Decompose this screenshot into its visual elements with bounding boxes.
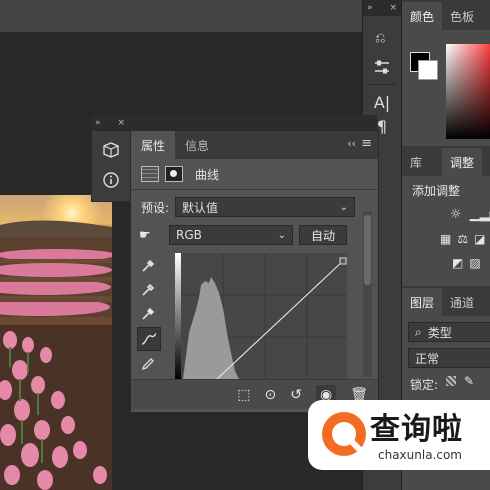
layer-filter-select[interactable]: ⌕ 类型 (408, 322, 490, 342)
search-icon: ⌕ (415, 324, 422, 339)
layers-tab-row: 图层 通道 (402, 286, 490, 316)
black-white-icon[interactable]: ◪ (474, 232, 485, 246)
options-bar (0, 0, 362, 32)
info-icon[interactable] (100, 169, 122, 191)
target-adjust-icon[interactable]: ☛ (139, 228, 161, 243)
gray-point-eyedropper-icon[interactable] (137, 279, 159, 301)
lock-label: 锁定: (410, 378, 439, 392)
adjust-icons-row2: ▦ ⚖ ◪ ▥ (402, 222, 490, 246)
hue-saturation-icon[interactable]: ▦ (440, 232, 451, 246)
background-color-swatch[interactable] (418, 60, 438, 80)
tab-libraries[interactable]: 库 (402, 148, 430, 176)
chevron-down-icon: ⌄ (277, 229, 286, 241)
levels-icon[interactable]: ▁▂▅ (470, 207, 490, 222)
tab-layers[interactable]: 图层 (402, 288, 443, 316)
color-balance-icon[interactable]: ⚖ (457, 232, 468, 246)
color-tab-row: 颜色 色板 (402, 0, 490, 30)
tulip-photo (0, 195, 112, 490)
channel-row: ☛ RGB ⌄ 自动 (131, 224, 378, 246)
svg-text:⎌: ⎌ (375, 31, 385, 46)
view-previous-state-icon[interactable]: ⊙ (265, 387, 277, 403)
curves-adjustment-icon (141, 166, 159, 182)
preset-row: 预设: 默认值 ⌄ (131, 196, 378, 218)
history-icon[interactable]: ⎌ (371, 26, 393, 48)
curve-tools (137, 255, 161, 399)
properties-side-strip (91, 130, 131, 202)
tab-color[interactable]: 颜色 (402, 2, 443, 30)
chevron-down-icon: ⌄ (339, 201, 349, 213)
blend-mode-select[interactable]: 正常 (408, 348, 490, 368)
tab-properties[interactable]: 属性 (131, 131, 176, 159)
edit-points-curve-icon[interactable] (137, 327, 161, 351)
preset-label: 预设: (141, 200, 170, 215)
adjust-icons-row1: ☼ ▁▂▅ (402, 205, 490, 222)
scrollbar-thumb[interactable] (364, 215, 371, 285)
close-icon[interactable]: × (389, 3, 397, 13)
tab-channels[interactable]: 通道 (442, 288, 482, 316)
watermark: 查询啦 chaxunla.com (308, 400, 490, 472)
preset-select[interactable]: 默认值 ⌄ (175, 197, 356, 217)
properties-cube-icon[interactable] (100, 139, 122, 161)
clip-to-layer-icon[interactable]: ⬚ (237, 387, 250, 403)
collapse-icon[interactable]: » (367, 3, 373, 13)
tab-info[interactable]: 信息 (175, 131, 219, 159)
adjust-tab-row: 库 调整 (402, 146, 490, 176)
layer-mask-icon[interactable] (165, 166, 183, 182)
auto-button[interactable]: 自动 (299, 225, 347, 245)
watermark-title: 查询啦 (370, 412, 463, 447)
channel-select[interactable]: RGB ⌄ (169, 225, 293, 245)
adjust-icons-row3: ◩ ▨ (402, 246, 490, 270)
panel-scrollbar[interactable] (363, 211, 372, 377)
threshold-icon[interactable]: ▨ (469, 256, 480, 270)
collapse-icon[interactable]: » (95, 118, 101, 128)
side-strip-header: » × (91, 115, 129, 130)
black-point-eyedropper-icon[interactable] (137, 255, 159, 277)
panel-menu-icon[interactable]: ≡ (361, 136, 372, 151)
watermark-url: chaxunla.com (378, 448, 462, 462)
pencil-icon[interactable] (137, 353, 159, 375)
brightness-icon[interactable]: ☼ (450, 207, 462, 222)
lock-transparent-icon[interactable] (446, 376, 456, 386)
lock-paint-icon[interactable]: ✎ (464, 374, 474, 388)
invert-icon[interactable]: ◩ (452, 256, 463, 270)
close-icon[interactable]: × (117, 118, 125, 128)
curves-header: 曲线 (131, 159, 378, 189)
properties-titlebar[interactable] (130, 115, 377, 130)
panel-title: 曲线 (195, 167, 220, 182)
collapse-panel-icon[interactable]: ‹‹ (347, 137, 356, 150)
curves-graph[interactable] (175, 253, 347, 379)
add-adjustment-label: 添加调整 (412, 184, 461, 198)
properties-tab-row: 属性 信息 ‹‹ ≡ (131, 131, 378, 159)
reset-icon[interactable]: ↺ (290, 387, 302, 403)
tab-adjustments[interactable]: 调整 (442, 148, 483, 176)
color-picker-field[interactable] (446, 44, 490, 139)
watermark-logo-icon (322, 412, 366, 456)
properties-panel: 属性 信息 ‹‹ ≡ 曲线 预设: 默认值 ⌄ ☛ RGB ⌄ 自动 ⬚ ⊙ ↺… (130, 130, 379, 413)
character-icon[interactable]: A| (371, 91, 393, 113)
adjust-sliders-icon[interactable] (371, 56, 393, 78)
tab-swatches[interactable]: 色板 (442, 2, 482, 30)
white-point-eyedropper-icon[interactable] (137, 303, 159, 325)
